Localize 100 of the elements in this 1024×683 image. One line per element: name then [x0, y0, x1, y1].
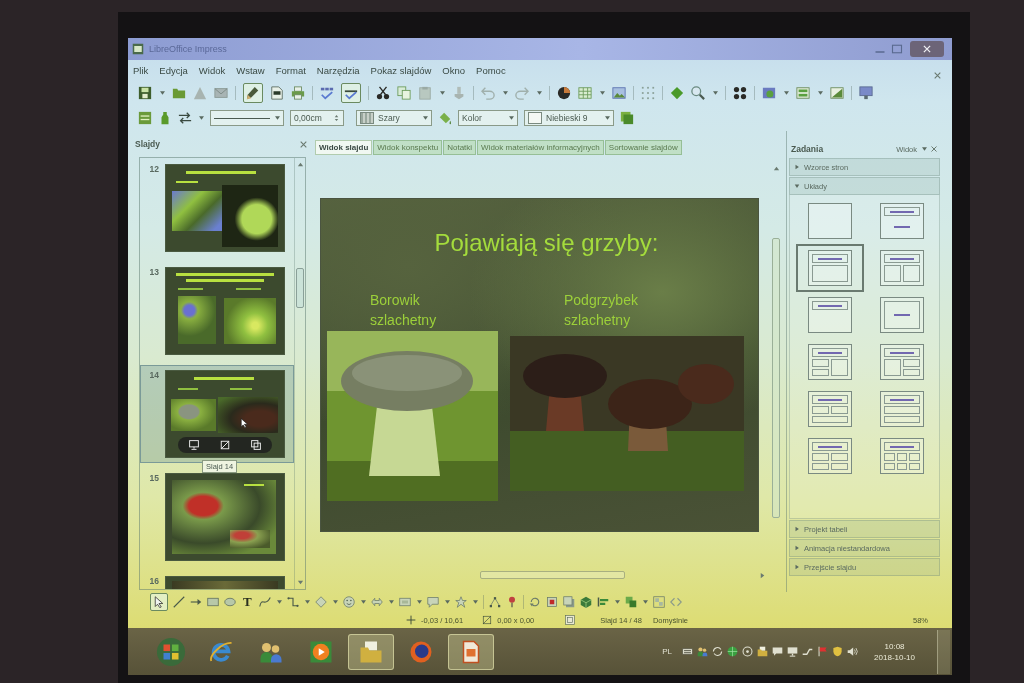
scissors-icon[interactable] — [376, 85, 390, 100]
layout-option[interactable] — [880, 250, 924, 286]
image-icon[interactable] — [612, 85, 626, 100]
flowchart-box-icon[interactable] — [398, 596, 411, 608]
view-tab[interactable]: Notatki — [443, 140, 477, 155]
area-color-dropdown[interactable]: Niebieski 9 — [524, 110, 614, 126]
caret-icon[interactable] — [713, 90, 718, 95]
caret-icon[interactable] — [304, 600, 310, 604]
speech-bubble-icon[interactable] — [772, 646, 784, 657]
projection-screen-icon[interactable] — [188, 440, 199, 450]
connector-icon[interactable] — [286, 596, 299, 608]
dot-grid-icon[interactable] — [641, 85, 655, 100]
scrollbar-thumb[interactable] — [772, 238, 780, 518]
monitor-icon[interactable] — [859, 85, 873, 100]
caret-icon[interactable] — [423, 116, 428, 120]
text-tool-button[interactable]: T — [241, 595, 254, 609]
caret-icon[interactable] — [922, 147, 927, 151]
caret-icon[interactable] — [388, 600, 394, 604]
caret-icon[interactable] — [276, 600, 282, 604]
caret-icon[interactable] — [600, 90, 605, 95]
menu-item[interactable]: Wstaw — [236, 64, 265, 76]
layout-option[interactable] — [808, 391, 852, 427]
caret-icon[interactable] — [360, 600, 366, 604]
scrollbar-thumb[interactable] — [480, 571, 625, 579]
step-line-icon[interactable] — [802, 646, 814, 657]
view-tab[interactable]: Sortowanie slajdów — [604, 140, 682, 155]
area-style-dropdown[interactable]: Kolor — [458, 110, 518, 126]
layout-option[interactable] — [880, 297, 924, 333]
edit-points-icon[interactable] — [488, 596, 501, 608]
close-icon[interactable] — [930, 145, 938, 153]
menu-item[interactable]: Format — [275, 64, 306, 76]
layout-option[interactable] — [880, 203, 924, 239]
printer-icon[interactable] — [291, 85, 305, 100]
close-icon[interactable] — [299, 139, 308, 149]
four-circles-icon[interactable] — [733, 85, 747, 100]
caret-icon[interactable] — [642, 600, 648, 604]
caret-icon[interactable] — [509, 116, 514, 120]
scroll-down-arrow-icon[interactable] — [296, 579, 304, 586]
caret-icon[interactable] — [440, 90, 445, 95]
input-language[interactable]: PL — [662, 647, 673, 656]
speaker-icon[interactable] — [847, 646, 859, 657]
caret-icon[interactable] — [818, 90, 823, 95]
arrows-icon[interactable] — [178, 111, 192, 125]
layout-option[interactable] — [880, 391, 924, 427]
folder-icon[interactable] — [757, 646, 769, 657]
menu-item[interactable]: Pomoc — [476, 64, 506, 76]
table-icon[interactable] — [578, 85, 592, 100]
framed-square-icon[interactable] — [545, 596, 558, 608]
maximize-icon[interactable] — [891, 43, 903, 55]
scroll-right-arrow-icon[interactable] — [759, 571, 766, 579]
layout-option[interactable] — [808, 438, 852, 474]
cube-icon[interactable] — [579, 596, 592, 608]
line-width-field[interactable]: 0,00cm — [290, 110, 344, 126]
taskbar-button[interactable] — [448, 633, 494, 670]
caret-icon[interactable] — [444, 600, 450, 604]
select-tool-button[interactable] — [150, 593, 168, 611]
caret-icon[interactable] — [199, 116, 204, 120]
close-icon[interactable] — [933, 70, 942, 80]
menu-item[interactable]: Okno — [442, 64, 466, 76]
line-style-dropdown[interactable] — [210, 110, 284, 126]
monitor-icon[interactable] — [787, 646, 799, 657]
envelope-icon[interactable] — [214, 85, 228, 100]
flag-icon[interactable] — [817, 646, 829, 657]
scroll-up-arrow-icon[interactable] — [296, 161, 304, 168]
layout-option[interactable] — [808, 297, 852, 333]
keyboard-icon[interactable] — [682, 646, 694, 657]
auto-spellcheck-button[interactable] — [341, 82, 361, 103]
layout-option[interactable] — [808, 344, 852, 380]
caret-icon[interactable] — [503, 90, 508, 95]
caret-icon[interactable] — [537, 90, 542, 95]
layout-option[interactable] — [880, 438, 924, 474]
layout-icon[interactable] — [796, 85, 810, 100]
rotate-icon[interactable] — [528, 596, 541, 608]
pie-chart-icon[interactable] — [557, 85, 571, 100]
caret-icon[interactable] — [605, 116, 610, 120]
caret-icon[interactable] — [614, 600, 620, 604]
copy-icon[interactable] — [397, 85, 411, 100]
double-arrow-icon[interactable] — [370, 596, 383, 608]
lines-square-icon[interactable] — [138, 111, 152, 125]
magnifier-icon[interactable] — [691, 85, 705, 100]
document-icon[interactable] — [270, 85, 284, 100]
slide-picture-icon[interactable] — [762, 85, 776, 100]
show-desktop-button[interactable] — [937, 629, 950, 674]
taskbar-button[interactable] — [348, 633, 394, 670]
view-tab[interactable]: Widok materiałów informacyjnych — [477, 140, 604, 155]
menu-item[interactable]: Widok — [198, 64, 226, 76]
caret-icon[interactable] — [332, 600, 338, 604]
caret-icon[interactable] — [784, 90, 789, 95]
smiley-icon[interactable] — [342, 596, 355, 608]
layered-squares-icon[interactable] — [624, 596, 637, 608]
slide-list-item[interactable]: 12 — [140, 159, 294, 257]
slide-list-item[interactable]: 16 — [140, 571, 294, 589]
view-tab[interactable]: Widok konspektu — [373, 140, 443, 155]
slide-list-item[interactable]: 13 — [140, 262, 294, 360]
slashed-square-icon[interactable] — [220, 440, 230, 450]
caret-icon[interactable] — [160, 90, 165, 95]
scrollbar-thumb[interactable] — [296, 268, 304, 308]
spellcheck-icon[interactable] — [320, 85, 334, 100]
diamond-icon[interactable] — [670, 85, 684, 100]
refresh-icon[interactable] — [712, 646, 724, 657]
